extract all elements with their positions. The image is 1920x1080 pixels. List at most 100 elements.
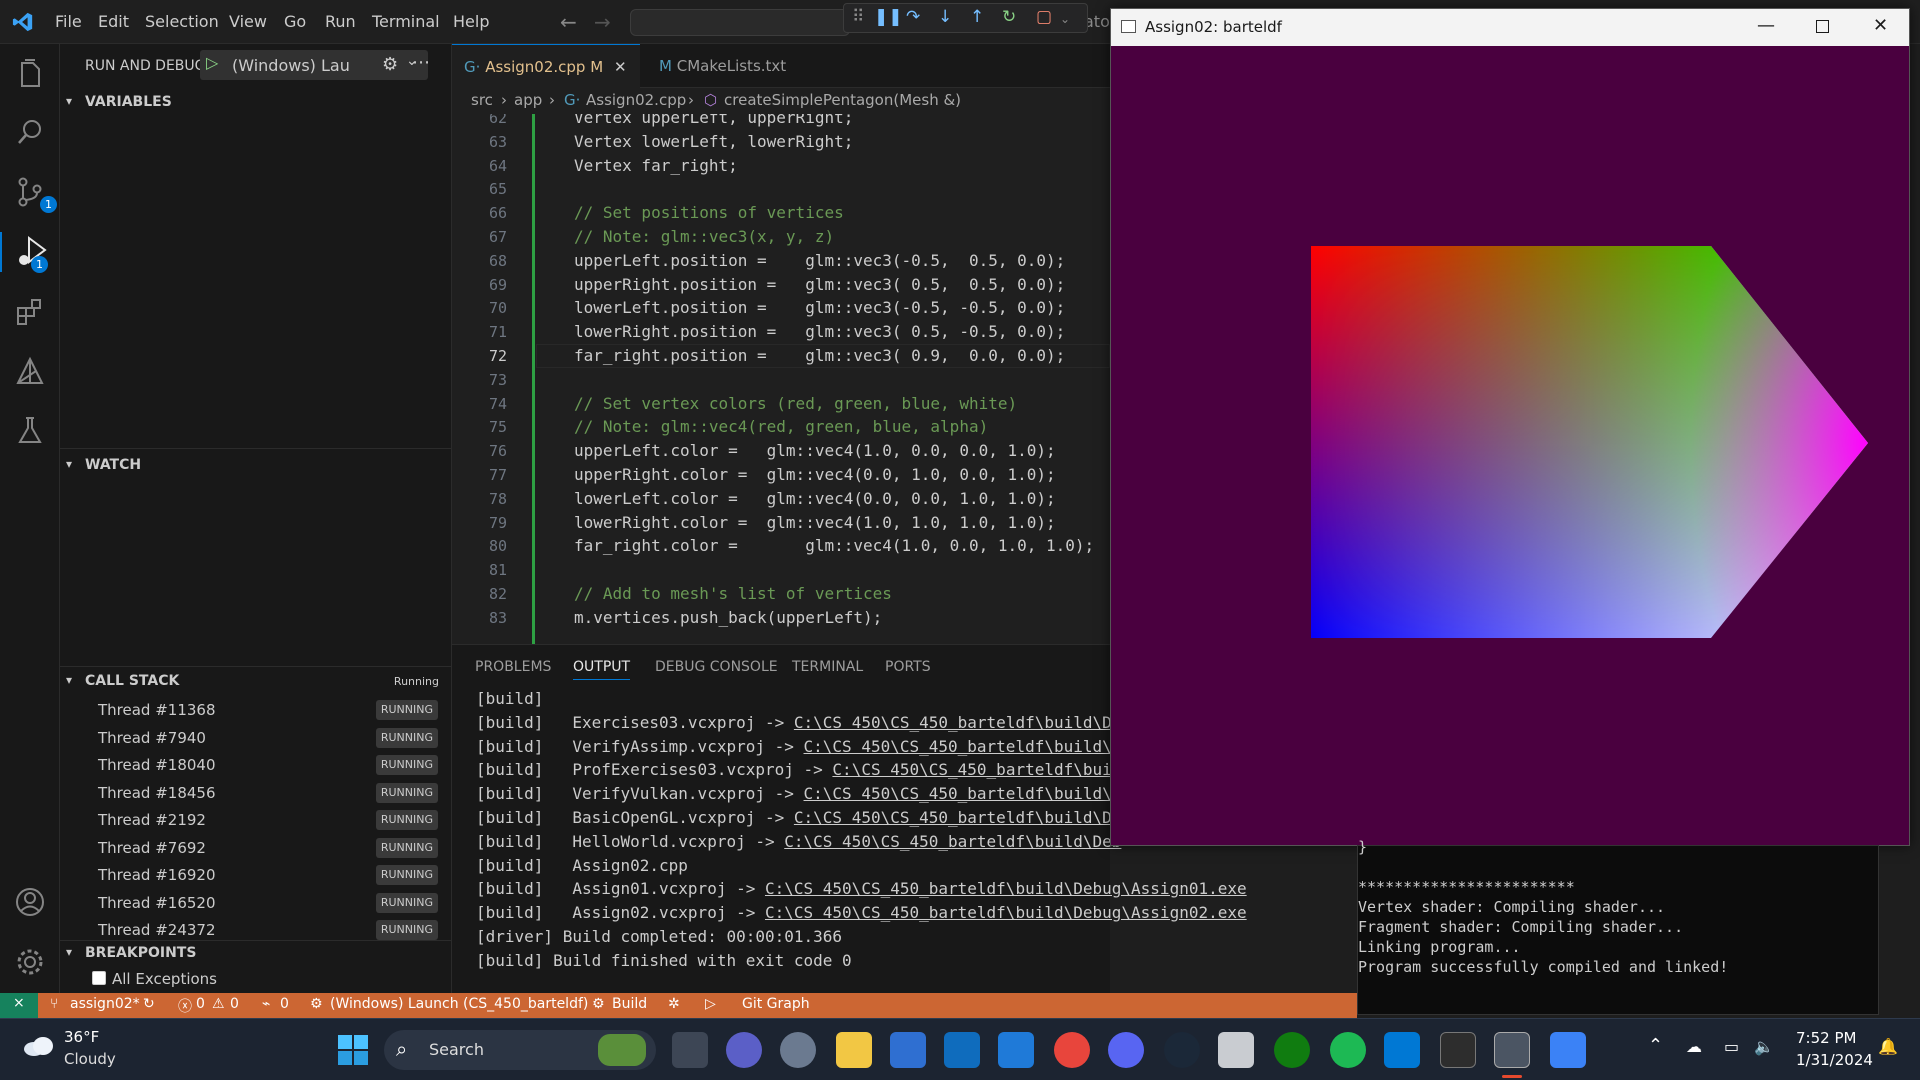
tab-ports[interactable]: PORTS <box>885 659 931 675</box>
error-count[interactable]: 0 <box>196 996 205 1012</box>
search-icon[interactable] <box>10 112 50 152</box>
breakpoints-section[interactable]: BREAKPOINTS <box>85 945 196 961</box>
clock-time[interactable]: 7:52 PM <box>1796 1029 1856 1047</box>
start-icon[interactable] <box>336 1033 370 1067</box>
menu-run[interactable]: Run <box>325 0 356 44</box>
back-arrow-icon[interactable]: ← <box>560 0 577 44</box>
start-debug-icon[interactable]: ▷ <box>206 53 218 72</box>
file-explorer-icon[interactable] <box>836 1032 872 1068</box>
stop-icon[interactable]: ▢ <box>1036 7 1052 27</box>
extensions-icon[interactable] <box>10 292 50 332</box>
console-window[interactable]: } ************************ Vertex shader: … <box>1357 838 1879 1015</box>
git-branch[interactable]: assign02* <box>70 996 140 1012</box>
explorer-icon[interactable] <box>10 54 50 94</box>
thread-row[interactable]: Thread #7940 RUNNING <box>60 725 452 752</box>
weather-temp[interactable]: 36°F <box>64 1028 99 1046</box>
run-icon[interactable]: ▷ <box>705 996 716 1012</box>
restart-icon[interactable]: ↻ <box>1002 7 1016 27</box>
breadcrumb-src[interactable]: src <box>471 91 493 109</box>
call-stack-section[interactable]: CALL STACK <box>85 673 179 689</box>
maximize-icon[interactable] <box>1816 20 1829 33</box>
command-center[interactable] <box>630 9 850 36</box>
testing-icon[interactable] <box>10 410 50 450</box>
chat-icon[interactable] <box>726 1032 762 1068</box>
all-exceptions-checkbox[interactable] <box>92 971 106 985</box>
variables-section[interactable]: VARIABLES <box>85 94 172 110</box>
thread-row[interactable]: Thread #16520 RUNNING <box>60 890 452 917</box>
chevron-down-icon[interactable]: ▾ <box>66 457 72 471</box>
menu-terminal[interactable]: Terminal <box>372 0 440 44</box>
task-view-icon[interactable] <box>672 1032 708 1068</box>
app-window-taskbar-icon[interactable] <box>1494 1032 1530 1068</box>
tab-output[interactable]: OUTPUT <box>573 659 631 680</box>
clock-date[interactable]: 1/31/2024 <box>1796 1051 1873 1069</box>
step-over-icon[interactable]: ↷ <box>906 7 920 27</box>
ports-count[interactable]: 0 <box>280 996 289 1012</box>
git-graph-button[interactable]: Git Graph <box>742 996 810 1012</box>
output-path-link[interactable]: C:\CS 450\CS_450_barteldf\build\D <box>794 808 1112 827</box>
gear-icon[interactable]: ⚙ <box>382 54 398 75</box>
account-icon[interactable] <box>10 882 50 922</box>
warning-count[interactable]: 0 <box>230 996 239 1012</box>
pause-icon[interactable]: ❚❚ <box>874 7 903 27</box>
mail-icon[interactable] <box>998 1032 1034 1068</box>
tab-assign02[interactable]: G· Assign02.cpp M ✕ <box>452 44 640 88</box>
chevron-down-icon[interactable]: ▾ <box>66 673 72 687</box>
thread-row[interactable]: Thread #11368 RUNNING <box>60 697 452 724</box>
drag-handle-icon[interactable]: ⠿ <box>852 7 864 27</box>
tab-debug-console[interactable]: DEBUG CONSOLE <box>655 659 778 675</box>
chevron-down-icon[interactable]: ▾ <box>66 945 72 959</box>
terminal-taskbar-icon[interactable] <box>1440 1032 1476 1068</box>
xbox-icon[interactable] <box>1274 1032 1310 1068</box>
breadcrumb-function[interactable]: createSimplePentagon(Mesh &) <box>724 91 961 109</box>
minimize-icon[interactable]: — <box>1757 15 1775 36</box>
weather-desc[interactable]: Cloudy <box>64 1050 116 1068</box>
breadcrumb-app[interactable]: app <box>514 91 542 109</box>
remote-indicator[interactable]: ⨯ <box>0 993 38 1018</box>
outlook-icon[interactable] <box>944 1032 980 1068</box>
close-icon[interactable]: ✕ <box>614 58 627 76</box>
spotify-icon[interactable] <box>1330 1032 1366 1068</box>
weather-cloud-icon[interactable] <box>22 1035 56 1057</box>
menu-help[interactable]: Help <box>453 0 489 44</box>
sync-icon[interactable]: ↻ <box>143 996 155 1012</box>
chrome-icon[interactable] <box>1054 1032 1090 1068</box>
tab-terminal[interactable]: TERMINAL <box>792 659 863 675</box>
thread-row[interactable]: Thread #18456 RUNNING <box>60 780 452 807</box>
vscode-taskbar-icon[interactable] <box>1384 1032 1420 1068</box>
step-out-icon[interactable]: ↑ <box>970 7 984 27</box>
taskbar-search[interactable]: ⌕ Search <box>384 1030 656 1070</box>
output-path-link[interactable]: C:\CS 450\CS_450_barteldf\build\ <box>804 737 1112 756</box>
source-control-icon[interactable]: 1 <box>10 172 57 213</box>
menu-go[interactable]: Go <box>284 0 306 44</box>
steam-icon[interactable] <box>1164 1032 1200 1068</box>
menu-edit[interactable]: Edit <box>98 0 129 44</box>
settings-icon[interactable] <box>780 1032 816 1068</box>
thread-row[interactable]: Thread #16920 RUNNING <box>60 862 452 889</box>
debug-launch[interactable]: (Windows) Launch (CS_450_barteldf) <box>330 996 588 1012</box>
opengl-app-window[interactable]: Assign02: barteldf — ✕ <box>1110 8 1910 846</box>
menu-file[interactable]: File <box>55 0 82 44</box>
output-path-link[interactable]: C:\CS 450\CS_450_barteldf\build\D <box>794 713 1112 732</box>
chevron-up-icon[interactable]: ⌃ <box>1648 1035 1663 1056</box>
watch-section[interactable]: WATCH <box>85 457 141 473</box>
output-path-link[interactable]: C:\CS 450\CS_450_barteldf\bui <box>832 760 1111 779</box>
output-path-link[interactable]: C:\CS 450\CS_450_barteldf\build\Debug\As… <box>765 903 1247 922</box>
tab-problems[interactable]: PROBLEMS <box>475 659 551 675</box>
close-icon[interactable]: ✕ <box>1873 15 1888 36</box>
manage-gear-icon[interactable] <box>10 942 50 982</box>
tab-cmakelists[interactable]: M CMakeLists.txt <box>647 44 798 88</box>
volume-icon[interactable]: 🔈 <box>1754 1037 1774 1056</box>
more-actions-icon[interactable]: ⋯ <box>412 52 430 73</box>
output-path-link[interactable]: C:\CS 450\CS_450_barteldf\build\ <box>804 784 1112 803</box>
thread-row[interactable]: Thread #2192 RUNNING <box>60 807 452 834</box>
menu-selection[interactable]: Selection <box>145 0 219 44</box>
forward-arrow-icon[interactable]: → <box>594 0 611 44</box>
notification-bell-icon[interactable]: 🔔 <box>1878 1037 1898 1056</box>
discord-icon[interactable] <box>1108 1032 1144 1068</box>
run-debug-icon[interactable]: 1 <box>0 232 60 273</box>
output-path-link[interactable]: C:\CS 450\CS_450_barteldf\build\Debug\As… <box>765 879 1247 898</box>
breadcrumb-file[interactable]: Assign02.cpp <box>586 91 686 109</box>
debug-icon[interactable]: ✲ <box>668 996 680 1012</box>
network-icon[interactable]: ▭ <box>1724 1037 1739 1056</box>
